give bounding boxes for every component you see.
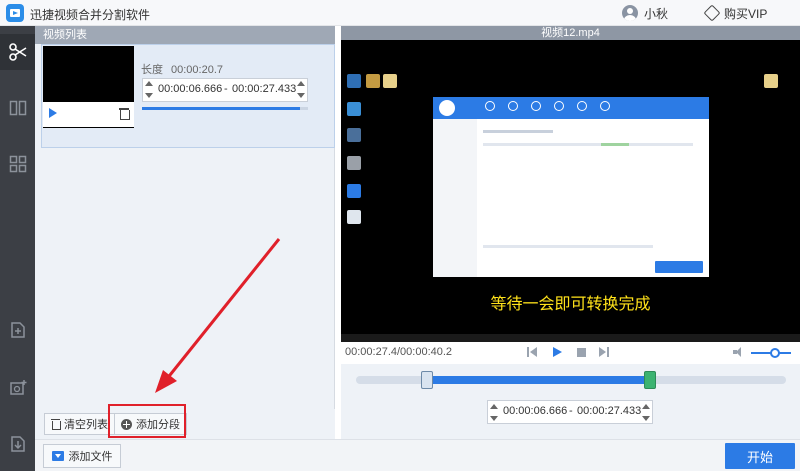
- clip-play-icon[interactable]: [49, 108, 57, 118]
- annotation-highlight-box: [108, 404, 186, 438]
- inner-start-button: [655, 261, 703, 273]
- user-name: 小秋: [644, 6, 669, 21]
- nav-item-split[interactable]: [0, 34, 35, 70]
- desktop-icon: [347, 128, 361, 142]
- clip-progress-fill: [142, 107, 300, 110]
- desktop-icon: [366, 74, 380, 88]
- clip-start-stepper[interactable]: [143, 78, 155, 102]
- nav-item-export[interactable]: [0, 426, 35, 462]
- nav-item-image-add[interactable]: [0, 370, 35, 406]
- inner-tab-icon: [531, 101, 541, 111]
- video-list-header: 视频列表: [35, 26, 335, 44]
- buy-vip-button[interactable]: 购买VIP: [703, 4, 768, 22]
- trim-start-handle[interactable]: [421, 371, 434, 389]
- volume-icon[interactable]: [733, 347, 745, 357]
- diamond-icon: [703, 4, 721, 22]
- trim-slider[interactable]: [356, 371, 786, 389]
- inner-app-header: [433, 97, 709, 119]
- trim-selection: [427, 376, 650, 384]
- next-frame-icon[interactable]: [599, 347, 609, 357]
- buy-vip-label: 购买VIP: [724, 6, 768, 21]
- desktop-icon: [764, 74, 778, 88]
- app-window: 迅捷视频合并分割软件 小秋 购买VIP 视频列表 长度 00:00:20.7 0…: [0, 0, 800, 471]
- clip-delete-icon[interactable]: [119, 107, 130, 120]
- grid-icon: [9, 155, 26, 173]
- stop-icon[interactable]: [577, 348, 586, 357]
- avatar-icon: [622, 5, 638, 21]
- nav-item-add-page[interactable]: [0, 312, 35, 348]
- trim-end-stepper[interactable]: [640, 401, 652, 425]
- title-bar: 迅捷视频合并分割软件 小秋 购买VIP: [0, 0, 800, 26]
- trim-start-time[interactable]: 00:00:06.666: [503, 405, 567, 417]
- clip-length: 长度 00:00:20.7: [141, 61, 223, 77]
- trim-time-range: 00:00:06.666 - 00:00:27.433: [487, 400, 653, 424]
- preview-filename: 视频12.mp4: [341, 26, 800, 40]
- inner-tab-icon: [600, 101, 610, 111]
- desktop-icon: [347, 102, 361, 116]
- app-logo-icon: [6, 4, 24, 22]
- nav-item-columns[interactable]: [0, 90, 35, 126]
- volume-slider[interactable]: [751, 348, 791, 358]
- bottom-bar: 添加文件 开始: [35, 439, 800, 471]
- inner-app-window: [433, 97, 709, 277]
- nav-item-grid[interactable]: [0, 146, 35, 182]
- app-title: 迅捷视频合并分割软件: [30, 8, 151, 22]
- inner-row: [483, 143, 693, 146]
- video-subtitle: 等待一会即可转换完成: [490, 294, 651, 313]
- trim-range-separator: -: [569, 405, 573, 417]
- desktop-icon: [383, 74, 397, 88]
- desktop-icon: [347, 184, 361, 198]
- desktop-icon: [347, 210, 361, 224]
- add-file-icon: [51, 451, 64, 461]
- scissors-icon: [8, 43, 26, 61]
- add-page-icon: [10, 322, 25, 338]
- volume-knob[interactable]: [770, 348, 780, 358]
- inner-row: [483, 245, 653, 248]
- length-label: 长度: [141, 64, 163, 76]
- clip-progress-bar: [142, 107, 308, 110]
- user-account[interactable]: 小秋: [622, 4, 668, 22]
- inner-app-logo-icon: [439, 100, 455, 116]
- playback-time: 00:00:27.4/00:00:40.2: [345, 346, 453, 358]
- length-value: 00:00:20.7: [171, 64, 223, 76]
- clear-list-button[interactable]: 清空列表: [44, 413, 115, 435]
- clear-list-label: 清空列表: [64, 419, 108, 431]
- split-columns-icon: [9, 100, 26, 116]
- export-icon: [10, 436, 25, 452]
- playback-controls: 00:00:27.4/00:00:40.2: [341, 342, 800, 364]
- add-file-button[interactable]: 添加文件: [43, 444, 121, 468]
- video-list-panel: 视频列表 长度 00:00:20.7 00:00:06.666 - 00:00:2…: [35, 26, 335, 439]
- image-add-icon: [9, 380, 26, 395]
- clip-card[interactable]: 长度 00:00:20.7 00:00:06.666 - 00:00:27.433: [41, 44, 335, 148]
- clip-start-time[interactable]: 00:00:06.666: [158, 83, 222, 95]
- clip-end-stepper[interactable]: [295, 78, 307, 102]
- clip-time-range: 00:00:06.666 - 00:00:27.433: [142, 78, 308, 102]
- sidebar-nav: [0, 26, 35, 471]
- inner-row: [601, 143, 629, 146]
- preview-panel: 视频12.mp4 等待一会即可转换完成 00:00:27.4/00:00:40.…: [341, 26, 800, 439]
- inner-row: [483, 130, 553, 133]
- desktop-icon: [347, 156, 361, 170]
- clip-end-time[interactable]: 00:00:27.433: [232, 83, 296, 95]
- desktop-taskbar: [341, 334, 800, 342]
- inner-tab-icon: [577, 101, 587, 111]
- trim-start-stepper[interactable]: [488, 401, 500, 425]
- previous-frame-icon[interactable]: [527, 347, 537, 357]
- desktop-icon: [347, 74, 361, 88]
- inner-app-sidebar: [433, 119, 477, 277]
- trim-end-time[interactable]: 00:00:27.433: [577, 405, 641, 417]
- play-icon[interactable]: [553, 347, 563, 357]
- video-screen[interactable]: 等待一会即可转换完成: [341, 40, 800, 342]
- inner-tab-icon: [485, 101, 495, 111]
- trim-end-handle[interactable]: [643, 371, 656, 389]
- add-file-label: 添加文件: [68, 451, 113, 463]
- inner-tab-icon: [554, 101, 564, 111]
- trim-area: 00:00:06.666 - 00:00:27.433: [341, 364, 800, 439]
- trash-icon: [51, 419, 61, 430]
- start-button[interactable]: 开始: [725, 443, 795, 469]
- clip-range-separator: -: [224, 83, 228, 95]
- inner-tab-icon: [508, 101, 518, 111]
